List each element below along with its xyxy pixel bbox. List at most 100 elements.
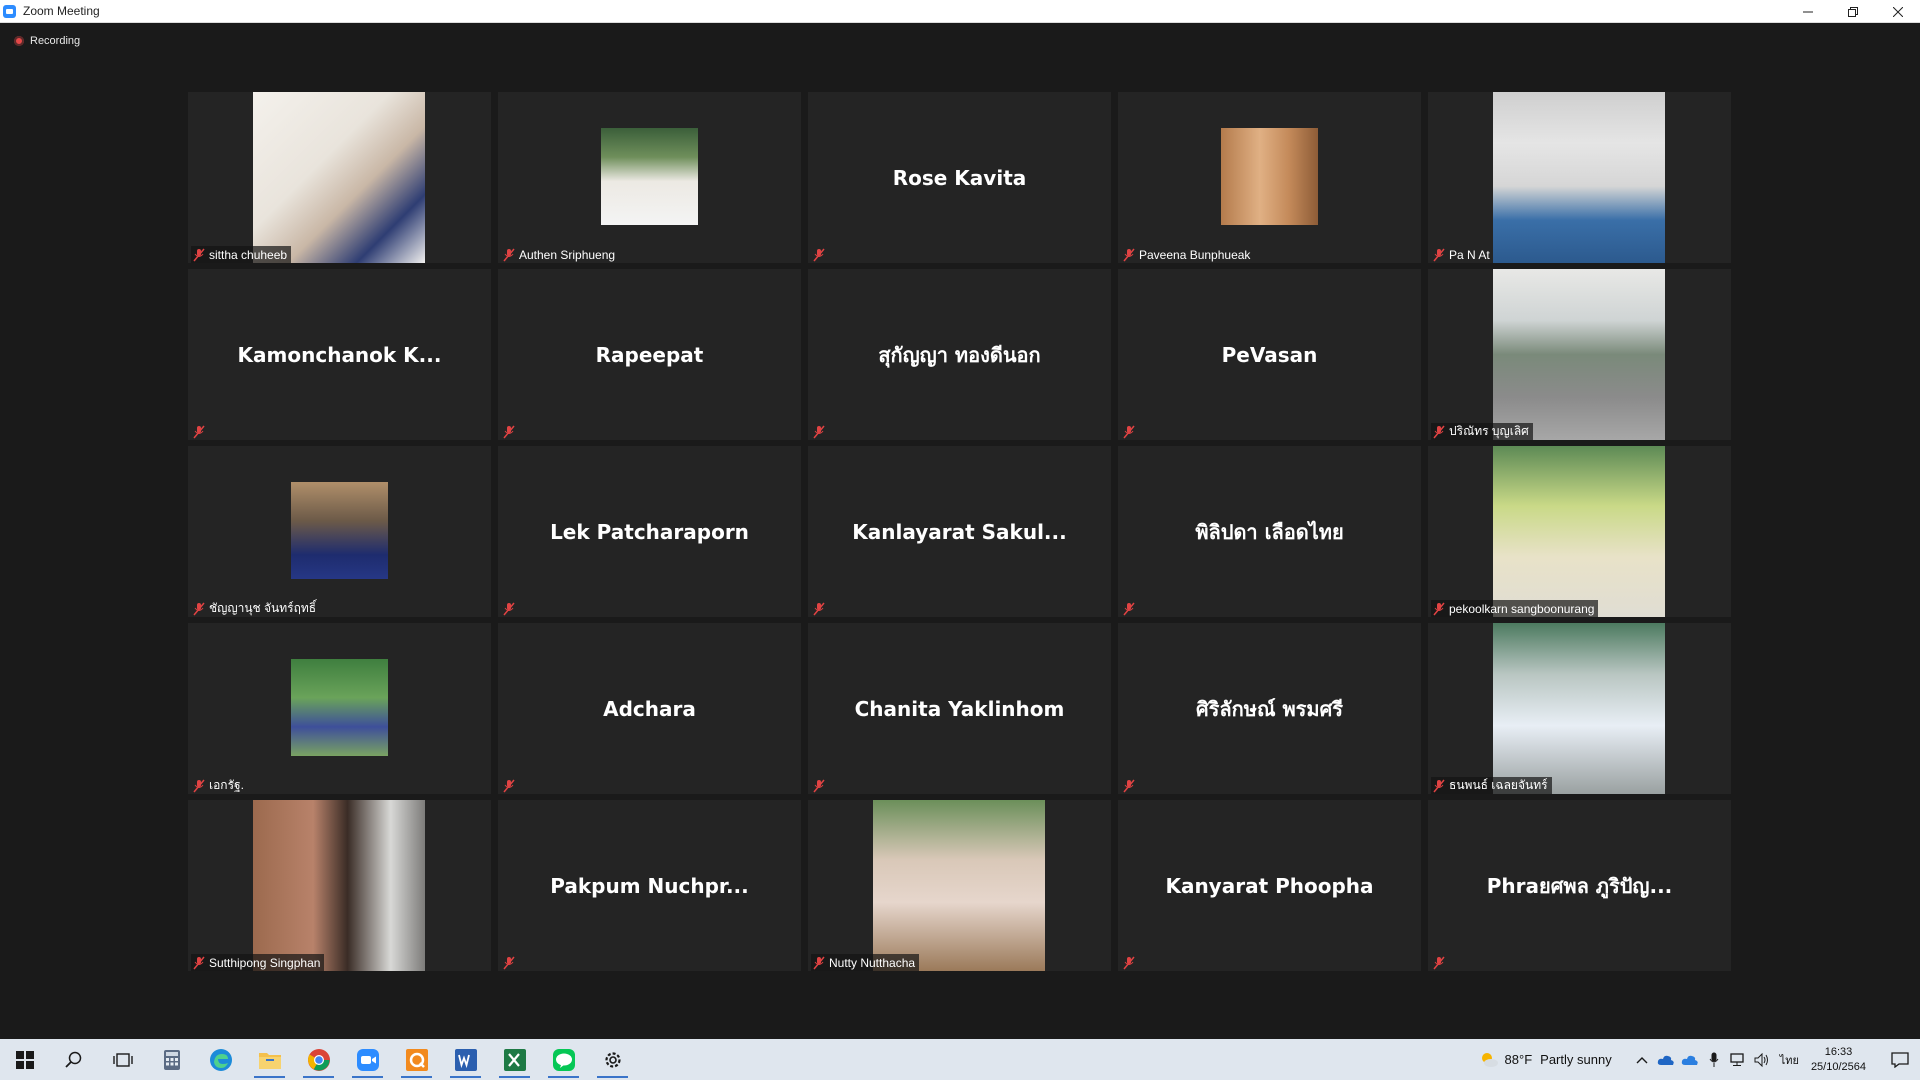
participant-name: ธนพนธ์ เฉลยจันทร์	[1449, 778, 1548, 792]
weather-condition: Partly sunny	[1540, 1052, 1612, 1067]
clock[interactable]: 16:33 25/10/2564	[1811, 1045, 1866, 1075]
folder-icon	[258, 1052, 281, 1069]
edge-app[interactable]	[196, 1039, 245, 1080]
participant-name-display: Pakpum Nuchpr...	[550, 873, 749, 898]
line-messenger-icon	[552, 1048, 575, 1071]
window-controls	[1785, 0, 1920, 23]
cloud-icon	[1657, 1055, 1674, 1065]
restore-button[interactable]	[1830, 0, 1875, 23]
mic-muted-icon	[1433, 248, 1445, 261]
close-icon	[1892, 6, 1903, 17]
participant-tile[interactable]: Phraยศพล ภูริปัญ...	[1428, 800, 1731, 971]
calculator-app[interactable]	[147, 1039, 196, 1080]
participant-tile[interactable]: Chanita Yaklinhom	[808, 623, 1111, 794]
participant-name: ชัญญานุช จันทร์ฤทธิ์	[209, 601, 317, 615]
participant-name-display: Adchara	[603, 696, 696, 721]
participant-label	[501, 954, 523, 971]
participant-label: Pa N At	[1431, 246, 1494, 263]
participant-tile[interactable]: Pakpum Nuchpr...	[498, 800, 801, 971]
mic-muted-icon	[813, 425, 825, 438]
system-tray: 88°F Partly sunny ไทย 16:33 25/10/2564	[1479, 1039, 1920, 1080]
cloud-icon	[1681, 1055, 1698, 1065]
participant-tile[interactable]: ศิริลักษณ์ พรมศรี	[1118, 623, 1421, 794]
participant-tile[interactable]: Kanlayarat Sakul...	[808, 446, 1111, 617]
file-explorer-app[interactable]	[245, 1039, 294, 1080]
participant-tile[interactable]: Adchara	[498, 623, 801, 794]
network-tray-icon[interactable]	[1726, 1039, 1750, 1080]
participant-tile[interactable]: Rose Kavita	[808, 92, 1111, 263]
participant-name-display: สุกัญญา ทองดีนอก	[878, 342, 1041, 367]
participant-label: sittha chuheeb	[191, 246, 292, 263]
participant-video	[1221, 128, 1318, 225]
participant-tile[interactable]: พิลิปดา เลือดไทย	[1118, 446, 1421, 617]
participant-name-display: PeVasan	[1221, 342, 1318, 367]
participant-video	[873, 800, 1045, 971]
task-view-button[interactable]	[98, 1039, 147, 1080]
excel-icon	[503, 1048, 526, 1071]
presentation-app[interactable]	[392, 1039, 441, 1080]
participant-tile[interactable]: Lek Patcharaporn	[498, 446, 801, 617]
participant-name-display: Lek Patcharaporn	[550, 519, 749, 544]
participant-tile[interactable]: Paveena Bunphueak	[1118, 92, 1421, 263]
participant-name: Sutthipong Singphan	[209, 955, 321, 970]
participant-video	[1493, 446, 1665, 617]
participant-tile[interactable]: Nutty Nutthacha	[808, 800, 1111, 971]
word-app[interactable]	[441, 1039, 490, 1080]
participant-tile[interactable]: Pa N At	[1428, 92, 1731, 263]
search-button[interactable]	[49, 1039, 98, 1080]
gear-icon	[604, 1051, 621, 1068]
participant-tile[interactable]: Sutthipong Singphan	[188, 800, 491, 971]
participant-video	[253, 800, 425, 971]
participant-tile[interactable]: Authen Sriphueng	[498, 92, 801, 263]
participant-tile[interactable]: Rapeepat	[498, 269, 801, 440]
participant-tile[interactable]: PeVasan	[1118, 269, 1421, 440]
participant-video	[1493, 92, 1665, 263]
participant-tile[interactable]: pekoolkarn sangboonurang	[1428, 446, 1731, 617]
microphone-tray-icon[interactable]	[1702, 1039, 1726, 1080]
participant-name: Paveena Bunphueak	[1139, 247, 1251, 262]
participant-label	[811, 600, 833, 617]
close-button[interactable]	[1875, 0, 1920, 23]
mic-muted-icon	[1123, 956, 1135, 969]
weather-widget[interactable]: 88°F Partly sunny	[1479, 1051, 1612, 1069]
excel-app[interactable]	[490, 1039, 539, 1080]
mic-muted-icon	[1433, 956, 1445, 969]
input-language[interactable]: ไทย	[1780, 1051, 1799, 1069]
participant-tile[interactable]: สุกัญญา ทองดีนอก	[808, 269, 1111, 440]
participant-label	[501, 777, 523, 794]
participant-tile[interactable]: ชัญญานุช จันทร์ฤทธิ์	[188, 446, 491, 617]
participant-video	[1493, 623, 1665, 794]
start-button[interactable]	[0, 1039, 49, 1080]
participant-tile[interactable]: ปริณัทร บุญเลิศ	[1428, 269, 1731, 440]
minimize-button[interactable]	[1785, 0, 1830, 23]
speaker-icon	[1754, 1052, 1768, 1067]
mic-muted-icon	[503, 425, 515, 438]
participant-label	[1121, 954, 1143, 971]
line-app[interactable]	[539, 1039, 588, 1080]
onedrive-personal-tray-icon[interactable]	[1678, 1039, 1702, 1080]
volume-tray-icon[interactable]	[1750, 1039, 1774, 1080]
calculator-icon	[163, 1049, 180, 1070]
participant-tile[interactable]: sittha chuheeb	[188, 92, 491, 263]
settings-app[interactable]	[588, 1039, 637, 1080]
clock-time: 16:33	[1824, 1045, 1853, 1058]
participant-tile[interactable]: ธนพนธ์ เฉลยจันทร์	[1428, 623, 1731, 794]
recording-indicator[interactable]: Recording	[14, 35, 80, 47]
zoom-app[interactable]	[343, 1039, 392, 1080]
show-hidden-icons-button[interactable]	[1630, 1039, 1654, 1080]
mic-muted-icon	[193, 425, 205, 438]
meeting-area: Recording sittha chuheeb Authen Sriphuen…	[0, 23, 1920, 1039]
participant-tile[interactable]: Kamonchanok K...	[188, 269, 491, 440]
chrome-app[interactable]	[294, 1039, 343, 1080]
restore-icon	[1847, 6, 1858, 17]
onedrive-tray-icon[interactable]	[1654, 1039, 1678, 1080]
participant-label: เอกรัฐ.	[191, 777, 248, 794]
mic-muted-icon	[193, 248, 205, 261]
participant-label: Authen Sriphueng	[501, 246, 619, 263]
participant-video	[601, 128, 698, 225]
participant-name: ปริณัทร บุญเลิศ	[1449, 424, 1529, 438]
participant-name-display: พิลิปดา เลือดไทย	[1195, 519, 1344, 544]
notification-center-button[interactable]	[1880, 1039, 1920, 1080]
participant-tile[interactable]: เอกรัฐ.	[188, 623, 491, 794]
participant-tile[interactable]: Kanyarat Phoopha	[1118, 800, 1421, 971]
